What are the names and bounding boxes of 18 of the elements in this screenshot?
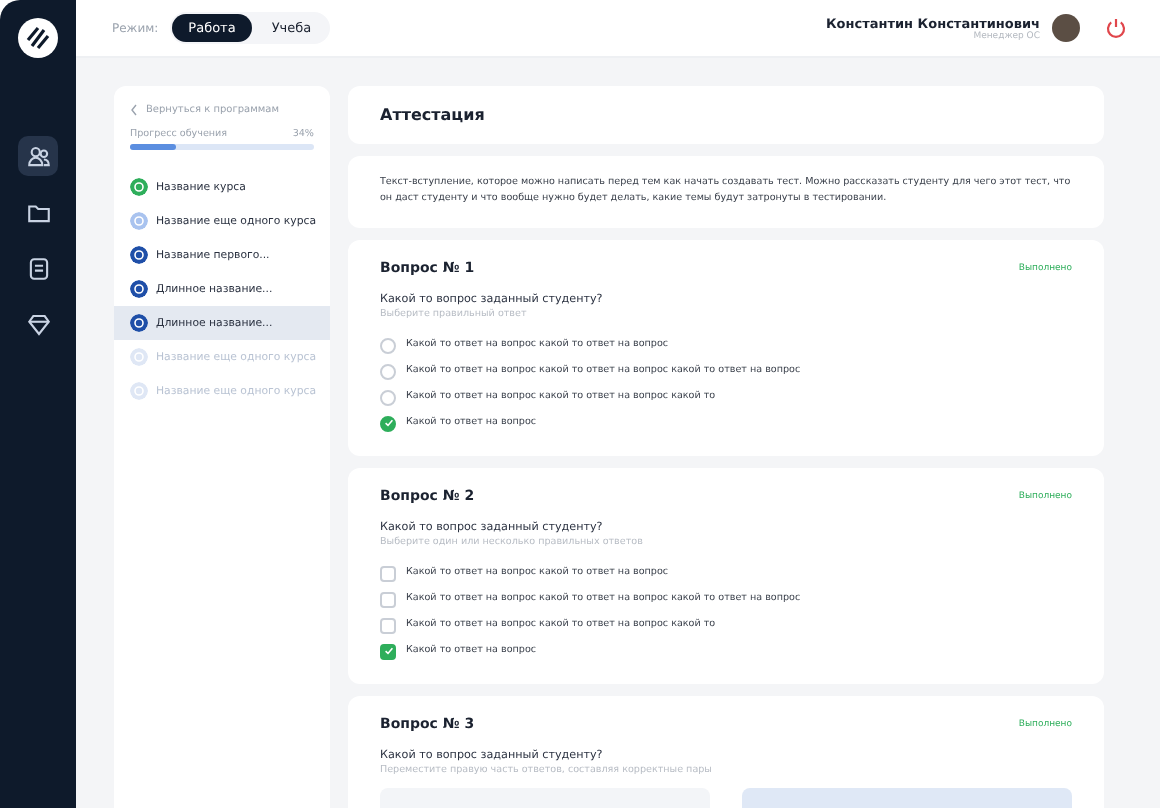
back-icon[interactable] — [130, 104, 138, 116]
power-icon[interactable] — [1104, 16, 1128, 40]
logo-icon — [16, 16, 60, 60]
checkbox[interactable] — [380, 617, 396, 634]
users-icon — [25, 143, 51, 169]
checkbox[interactable] — [380, 591, 396, 608]
checkbox[interactable] — [380, 643, 396, 660]
page-title: Аттестация — [380, 106, 487, 124]
diamond-icon — [25, 311, 51, 337]
radio[interactable] — [380, 415, 396, 432]
document-icon — [25, 255, 51, 281]
radio[interactable] — [380, 337, 396, 354]
avatar[interactable] — [1052, 14, 1080, 42]
checkbox[interactable] — [380, 565, 396, 582]
radio[interactable] — [380, 389, 396, 406]
nav-button[interactable] — [18, 136, 58, 176]
folder-icon — [25, 199, 51, 225]
radio[interactable] — [380, 363, 396, 380]
